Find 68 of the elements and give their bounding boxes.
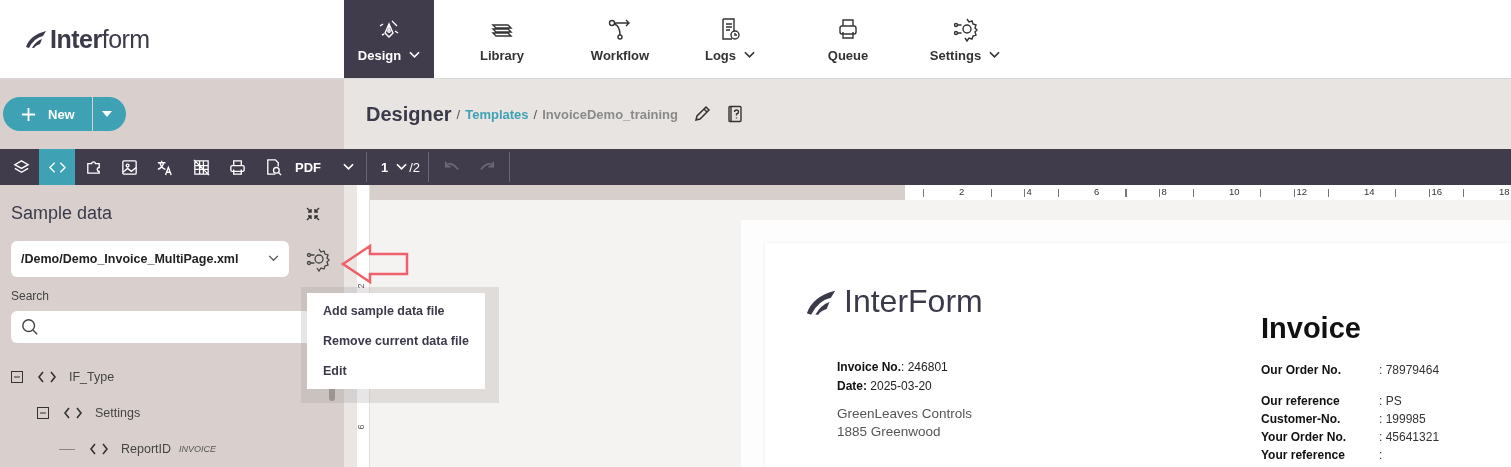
nav-tab[interactable]: Queue (790, 0, 906, 78)
logo-wing-icon (24, 29, 48, 49)
ruler-label: 12 (1294, 186, 1310, 197)
tree-item-value: INVOICE (179, 444, 217, 454)
breadcrumb-separator: / (533, 106, 538, 122)
field-value: : (1379, 448, 1383, 462)
invoice-field: Date: 2025-03-20 (837, 379, 1261, 393)
panel-title: Sample data (11, 203, 113, 225)
ruler-label: 18 (1497, 186, 1511, 197)
page-count: /2 (409, 159, 421, 175)
nav-tab[interactable]: Design (344, 0, 434, 78)
field-label: Your Order No. (1261, 430, 1348, 444)
menu-item[interactable]: Edit (307, 356, 485, 386)
chevron-down-icon[interactable] (396, 163, 408, 171)
page-number: 1 (381, 159, 389, 175)
field-value: : 45641321 (1379, 430, 1440, 444)
collapse-toggle[interactable] (37, 407, 49, 419)
address-line: GreenLeaves Controls (837, 406, 974, 421)
tree-item[interactable]: Settings (95, 406, 141, 420)
code-brackets-icon (89, 442, 109, 456)
tree-item[interactable]: IF_Type (69, 370, 115, 384)
ruler-label: 14 (1362, 186, 1377, 197)
menu-item[interactable]: Remove current data file (307, 326, 485, 356)
collapse-icon[interactable] (305, 205, 321, 222)
ruler-label: 8 (1159, 186, 1169, 197)
nav-tab[interactable]: Library (434, 0, 570, 78)
field-value: : 78979464 (1379, 363, 1440, 377)
ruler-label: 16 (1429, 186, 1445, 197)
field-label: Customer-No. (1261, 412, 1342, 426)
ruler-label: 6 (1092, 186, 1102, 197)
menu-item[interactable]: Add sample data file (307, 296, 485, 326)
ruler-label: 4 (1024, 186, 1034, 197)
invoice-field: Invoice No.: 246801 (837, 360, 1261, 374)
nav-tab[interactable]: Logs (670, 0, 790, 78)
collapse-toggle[interactable] (11, 371, 23, 383)
address-line: 1885 Greenwood (837, 424, 942, 439)
chevron-down-icon (268, 255, 279, 263)
page-title: Designer (366, 102, 452, 126)
pencil-icon[interactable] (693, 105, 711, 123)
format-label: PDF (295, 159, 321, 175)
logo-text: InterForm (844, 283, 983, 320)
logo-text: Interform (50, 24, 150, 54)
tree-item[interactable]: ReportID (121, 442, 172, 456)
plus-icon (21, 106, 36, 122)
search-label: Search (11, 288, 51, 303)
ruler-label: 2 (355, 283, 366, 289)
nav-tab[interactable]: Workflow (570, 0, 670, 78)
field-label: Our Order No. (1261, 363, 1342, 377)
field-value: : PS (1379, 394, 1402, 408)
nav-tab[interactable]: Settings (906, 0, 1024, 78)
ruler-label: 6 (355, 424, 366, 430)
ruler-label: 2 (957, 186, 967, 197)
search-icon (21, 317, 39, 336)
code-brackets-icon (63, 406, 83, 420)
dropdown-button[interactable] (92, 97, 126, 131)
field-value: : 199985 (1379, 412, 1426, 426)
invoice-title: Invoice (1261, 312, 1362, 345)
chevron-down-icon[interactable] (343, 163, 354, 171)
breadcrumb-current: InvoiceDemo_training (542, 106, 678, 122)
ruler-label: 10 (1227, 186, 1242, 197)
code-brackets-icon (37, 370, 57, 384)
arrow-annotation (341, 244, 409, 284)
breadcrumb-separator: / (456, 106, 461, 122)
field-label: Your reference (1261, 448, 1346, 462)
field-label: Our reference (1261, 394, 1341, 408)
help-book-icon[interactable] (726, 105, 744, 123)
file-select[interactable]: /Demo/Demo_Invoice_MultiPage.xml (11, 240, 289, 277)
caret-down-icon (102, 111, 113, 117)
